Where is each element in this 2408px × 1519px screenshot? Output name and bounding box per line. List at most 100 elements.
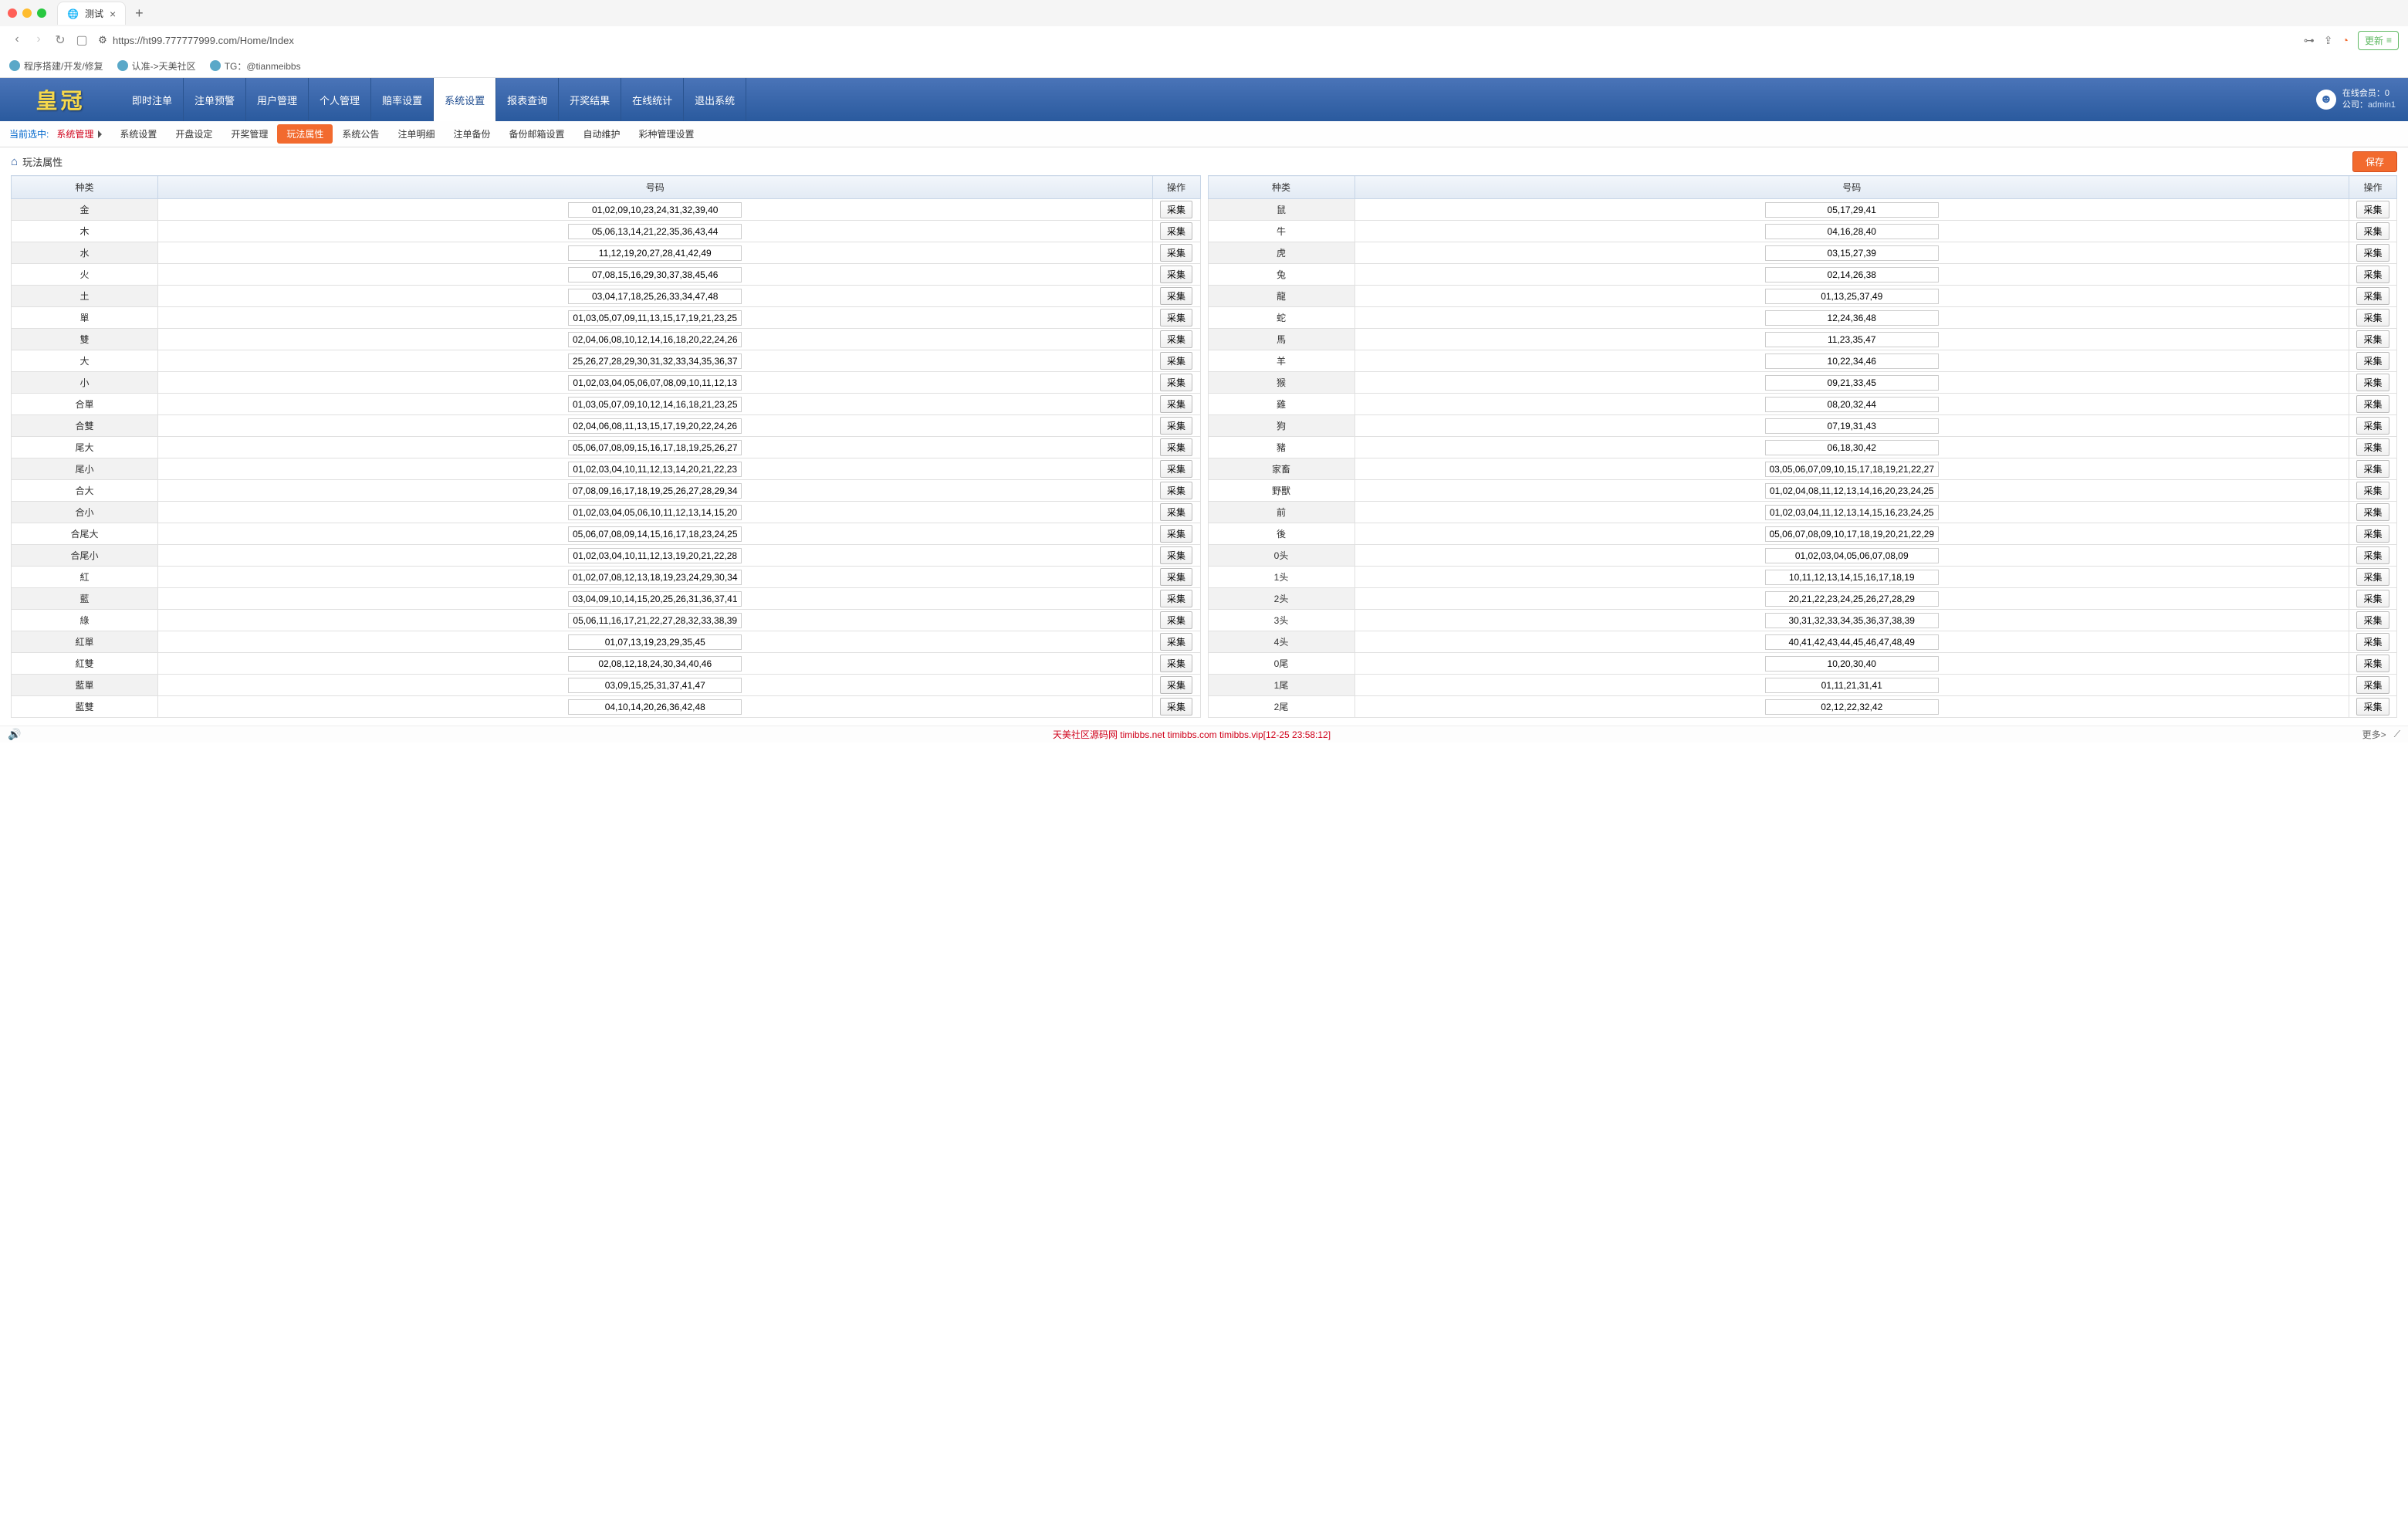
- number-input[interactable]: [568, 310, 742, 326]
- number-input[interactable]: [568, 505, 742, 520]
- close-window-icon[interactable]: [8, 8, 17, 18]
- nav-item[interactable]: 退出系统: [684, 78, 746, 121]
- number-input[interactable]: [1765, 483, 1939, 499]
- nav-item[interactable]: 用户管理: [246, 78, 309, 121]
- number-input[interactable]: [568, 613, 742, 628]
- subnav-item[interactable]: 系统设置: [110, 124, 166, 144]
- bookmark-item[interactable]: 认准->天美社区: [117, 59, 196, 73]
- company-link[interactable]: admin1: [2368, 100, 2396, 110]
- collect-button[interactable]: 采集: [1160, 266, 1192, 283]
- collect-button[interactable]: 采集: [2356, 503, 2389, 521]
- number-input[interactable]: [1765, 354, 1939, 369]
- home-icon[interactable]: ⌂: [11, 155, 18, 168]
- number-input[interactable]: [568, 699, 742, 715]
- number-input[interactable]: [1765, 267, 1939, 282]
- collect-button[interactable]: 采集: [2356, 568, 2389, 586]
- collect-button[interactable]: 采集: [1160, 438, 1192, 456]
- number-input[interactable]: [568, 462, 742, 477]
- shield-icon[interactable]: ◔: [2342, 34, 2349, 46]
- share-icon[interactable]: ⇪: [2324, 34, 2333, 47]
- collect-button[interactable]: 采集: [1160, 655, 1192, 672]
- subnav-item[interactable]: 注单备份: [444, 124, 499, 144]
- nav-item[interactable]: 注单预警: [184, 78, 246, 121]
- number-input[interactable]: [568, 678, 742, 693]
- bookmark-page-button[interactable]: ▢: [74, 32, 90, 48]
- reload-button[interactable]: ↻: [52, 32, 68, 48]
- collect-button[interactable]: 采集: [1160, 568, 1192, 586]
- collect-button[interactable]: 采集: [1160, 201, 1192, 218]
- number-input[interactable]: [568, 397, 742, 412]
- footer-more[interactable]: 更多>: [2362, 728, 2386, 741]
- number-input[interactable]: [1765, 526, 1939, 542]
- number-input[interactable]: [568, 245, 742, 261]
- number-input[interactable]: [568, 548, 742, 563]
- nav-item[interactable]: 赔率设置: [371, 78, 434, 121]
- subnav-item[interactable]: 开盘设定: [166, 124, 222, 144]
- close-tab-icon[interactable]: ×: [110, 8, 116, 20]
- collect-button[interactable]: 采集: [2356, 482, 2389, 499]
- collect-button[interactable]: 采集: [1160, 546, 1192, 564]
- subnav-item[interactable]: 备份邮箱设置: [499, 124, 573, 144]
- collect-button[interactable]: 采集: [2356, 309, 2389, 326]
- nav-item[interactable]: 开奖结果: [559, 78, 621, 121]
- collect-button[interactable]: 采集: [1160, 482, 1192, 499]
- number-input[interactable]: [1765, 591, 1939, 607]
- collect-button[interactable]: 采集: [2356, 611, 2389, 629]
- collect-button[interactable]: 采集: [1160, 590, 1192, 607]
- collect-button[interactable]: 采集: [1160, 525, 1192, 543]
- password-key-icon[interactable]: ⊶: [2304, 34, 2315, 47]
- number-input[interactable]: [568, 526, 742, 542]
- collect-button[interactable]: 采集: [1160, 503, 1192, 521]
- collect-button[interactable]: 采集: [1160, 244, 1192, 262]
- subnav-item[interactable]: 开奖管理: [222, 124, 277, 144]
- site-settings-icon[interactable]: ⚙: [97, 35, 108, 46]
- number-input[interactable]: [1765, 678, 1939, 693]
- number-input[interactable]: [1765, 613, 1939, 628]
- collect-button[interactable]: 采集: [2356, 244, 2389, 262]
- number-input[interactable]: [568, 332, 742, 347]
- number-input[interactable]: [568, 224, 742, 239]
- forward-button[interactable]: ›: [31, 32, 46, 48]
- collect-button[interactable]: 采集: [1160, 395, 1192, 413]
- number-input[interactable]: [1765, 310, 1939, 326]
- number-input[interactable]: [568, 483, 742, 499]
- number-input[interactable]: [568, 634, 742, 650]
- nav-item[interactable]: 系统设置: [434, 78, 496, 121]
- minimize-window-icon[interactable]: [22, 8, 32, 18]
- collect-button[interactable]: 采集: [2356, 655, 2389, 672]
- collect-button[interactable]: 采集: [2356, 676, 2389, 694]
- browser-tab[interactable]: 🌐 测试 ×: [57, 2, 126, 25]
- collect-button[interactable]: 采集: [2356, 698, 2389, 716]
- collect-button[interactable]: 采集: [1160, 222, 1192, 240]
- collect-button[interactable]: 采集: [1160, 417, 1192, 435]
- collect-button[interactable]: 采集: [1160, 309, 1192, 326]
- collect-button[interactable]: 采集: [2356, 417, 2389, 435]
- collect-button[interactable]: 采集: [2356, 201, 2389, 218]
- update-button[interactable]: 更新 ≡: [2358, 31, 2399, 50]
- collect-button[interactable]: 采集: [2356, 525, 2389, 543]
- number-input[interactable]: [1765, 202, 1939, 218]
- number-input[interactable]: [568, 202, 742, 218]
- collect-button[interactable]: 采集: [2356, 633, 2389, 651]
- subnav-item[interactable]: 彩种管理设置: [630, 124, 704, 144]
- number-input[interactable]: [1765, 505, 1939, 520]
- number-input[interactable]: [1765, 397, 1939, 412]
- sound-icon[interactable]: 🔊: [8, 728, 21, 741]
- subnav-item[interactable]: 注单明细: [388, 124, 444, 144]
- subnav-item[interactable]: 系统公告: [333, 124, 388, 144]
- number-input[interactable]: [1765, 548, 1939, 563]
- maximize-window-icon[interactable]: [37, 8, 46, 18]
- subnav-item[interactable]: 自动维护: [573, 124, 629, 144]
- number-input[interactable]: [568, 289, 742, 304]
- collect-button[interactable]: 采集: [2356, 438, 2389, 456]
- nav-item[interactable]: 报表查询: [496, 78, 559, 121]
- nav-item[interactable]: 在线统计: [621, 78, 684, 121]
- collect-button[interactable]: 采集: [1160, 287, 1192, 305]
- number-input[interactable]: [1765, 332, 1939, 347]
- number-input[interactable]: [568, 267, 742, 282]
- collect-button[interactable]: 采集: [1160, 330, 1192, 348]
- avatar-icon[interactable]: ☻: [2316, 90, 2336, 110]
- collect-button[interactable]: 采集: [1160, 352, 1192, 370]
- number-input[interactable]: [1765, 699, 1939, 715]
- collect-button[interactable]: 采集: [1160, 374, 1192, 391]
